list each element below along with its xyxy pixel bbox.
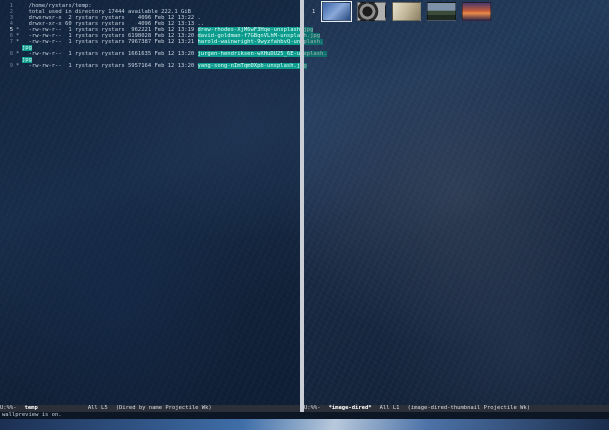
file-attributes: -rw-rw-r-- 1 rystars rystars 5957164 Feb… bbox=[22, 63, 198, 69]
dired-listing: 1 /home/rystars/temp: 2 total used in dir… bbox=[0, 3, 327, 69]
dired-modeline: U:%%- temp All L5 (Dired by name Project… bbox=[0, 405, 300, 412]
modeline-mode: (Dired by name Projectile Wk) bbox=[115, 405, 212, 411]
modeline-mode: (image-dired-thumbnail Projectile Wk) bbox=[407, 405, 531, 411]
modeline-position: All L1 bbox=[379, 405, 400, 411]
jurgen-hendriksen-thumbnail[interactable] bbox=[427, 2, 456, 21]
line-number: 1 bbox=[312, 8, 316, 15]
david-goldman-thumbnail[interactable] bbox=[357, 2, 386, 21]
minibuffer-message: wallpreview is on. bbox=[2, 412, 62, 418]
file-attributes: -rw-rw-r-- 1 rystars rystars 7967387 Feb… bbox=[22, 39, 198, 45]
minibuffer[interactable]: wallpreview is on. bbox=[0, 412, 609, 430]
thumbnail-row: 1 bbox=[312, 1, 497, 22]
modeline-state: U:%%- bbox=[0, 405, 17, 411]
image-dired-window[interactable]: 1 bbox=[304, 0, 609, 405]
modeline-buffer-name: temp bbox=[24, 405, 38, 411]
yang-song-thumbnail[interactable] bbox=[462, 2, 491, 21]
drew-rhodes-thumbnail[interactable] bbox=[321, 1, 352, 22]
dired-window[interactable]: 1 /home/rystars/temp: 2 total used in dir… bbox=[0, 0, 327, 405]
line-number: 9 bbox=[9, 63, 13, 69]
modeline-position: All L5 bbox=[87, 405, 108, 411]
dired-line[interactable]: 7 * -rw-rw-r-- 1 rystars rystars 7967387 … bbox=[0, 39, 324, 45]
file-name[interactable]: yang-song-nImTqm0Xpb-unsplash.jpg bbox=[197, 63, 307, 69]
modeline-buffer-name: *image-dired* bbox=[328, 405, 372, 411]
image-dired-modeline: U:%%- *image-dired* All L1 (image-dired-… bbox=[304, 405, 609, 412]
dired-line[interactable]: 9 * -rw-rw-r-- 1 rystars rystars 5957164 … bbox=[0, 63, 307, 69]
file-attributes: -rw-rw-r-- 1 rystars rystars 1661635 Feb… bbox=[22, 51, 198, 57]
harold-wainwright-thumbnail[interactable] bbox=[392, 2, 421, 21]
dired-line[interactable]: 8 * -rw-rw-r-- 1 rystars rystars 1661635 … bbox=[0, 51, 327, 57]
modeline-state: U:%%- bbox=[304, 405, 321, 411]
